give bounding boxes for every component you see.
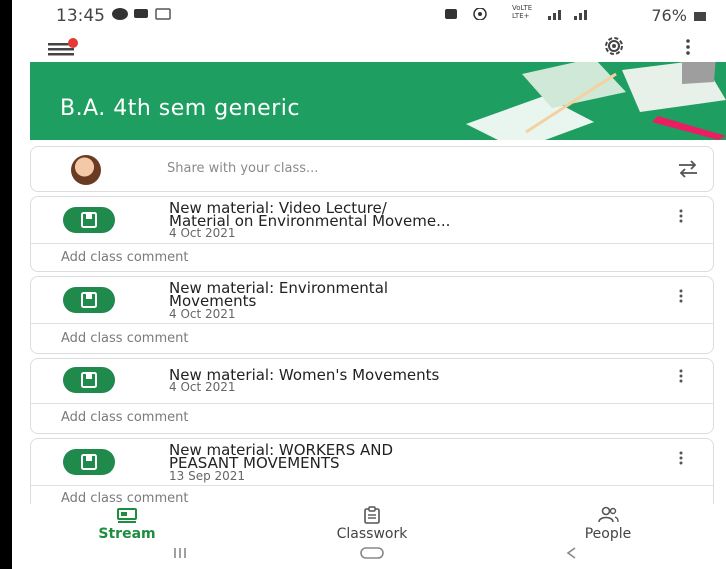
top-app-bar xyxy=(12,30,726,60)
divider xyxy=(31,323,713,324)
network-label: VoLTE LTE+ xyxy=(512,4,533,20)
material-icon xyxy=(63,367,115,393)
people-icon xyxy=(598,506,619,523)
recent-apps-icon[interactable] xyxy=(172,546,188,560)
more-vert-icon[interactable] xyxy=(679,209,683,223)
battery-percent: 76% xyxy=(651,6,687,25)
tab-stream[interactable]: Stream xyxy=(82,504,172,542)
divider xyxy=(31,403,713,404)
swap-icon[interactable] xyxy=(677,159,699,179)
bottom-navigation: Stream Classwork People xyxy=(12,504,726,542)
material-icon xyxy=(63,449,115,475)
avatar xyxy=(71,155,101,185)
menu-icon[interactable] xyxy=(48,38,82,58)
post-date: 4 Oct 2021 xyxy=(169,380,236,394)
class-banner: B.A. 4th sem generic xyxy=(30,62,726,140)
post-card[interactable]: New material: Environmental Movements 4 … xyxy=(30,276,714,354)
battery-icon xyxy=(694,12,706,21)
class-title: B.A. 4th sem generic xyxy=(60,96,300,121)
divider xyxy=(31,243,713,244)
home-icon[interactable] xyxy=(360,546,384,560)
post-card[interactable]: New material: Women's Movements 4 Oct 20… xyxy=(30,358,714,434)
system-status-icons xyxy=(445,8,487,20)
share-box[interactable]: Share with your class... xyxy=(30,146,714,192)
material-icon xyxy=(63,287,115,313)
share-input-placeholder[interactable]: Share with your class... xyxy=(167,161,318,176)
add-comment-link[interactable]: Add class comment xyxy=(61,410,188,425)
stream-icon xyxy=(117,508,137,523)
signal-icon xyxy=(548,10,587,20)
tab-classwork[interactable]: Classwork xyxy=(312,504,432,542)
tab-people[interactable]: People xyxy=(558,504,658,542)
more-vert-icon[interactable] xyxy=(679,451,683,465)
post-date: 4 Oct 2021 xyxy=(169,307,236,321)
material-icon xyxy=(63,207,115,233)
more-vert-icon[interactable] xyxy=(682,38,694,56)
phone-screen: 13:45 VoLTE LTE+ 76% B.A. 4th sem generi… xyxy=(12,0,726,569)
post-card[interactable]: New material: Video Lecture/ Material on… xyxy=(30,196,714,272)
system-navigation-bar xyxy=(12,542,726,569)
gear-icon[interactable] xyxy=(602,34,626,58)
add-comment-link[interactable]: Add class comment xyxy=(61,250,188,265)
notification-icons xyxy=(112,8,171,20)
more-vert-icon[interactable] xyxy=(679,289,683,303)
more-vert-icon[interactable] xyxy=(679,369,683,383)
tab-stream-label: Stream xyxy=(98,526,156,542)
back-icon[interactable] xyxy=(564,546,578,560)
tab-classwork-label: Classwork xyxy=(336,526,408,542)
post-date: 13 Sep 2021 xyxy=(169,469,246,483)
tab-people-label: People xyxy=(584,526,632,542)
add-comment-link[interactable]: Add class comment xyxy=(61,331,188,346)
banner-illustration xyxy=(466,62,726,140)
divider xyxy=(31,485,713,486)
classwork-icon xyxy=(364,506,380,524)
status-bar: 13:45 VoLTE LTE+ 76% xyxy=(12,0,726,30)
status-time: 13:45 xyxy=(56,6,105,26)
battery-status: 76% xyxy=(651,6,706,25)
post-date: 4 Oct 2021 xyxy=(169,226,236,240)
